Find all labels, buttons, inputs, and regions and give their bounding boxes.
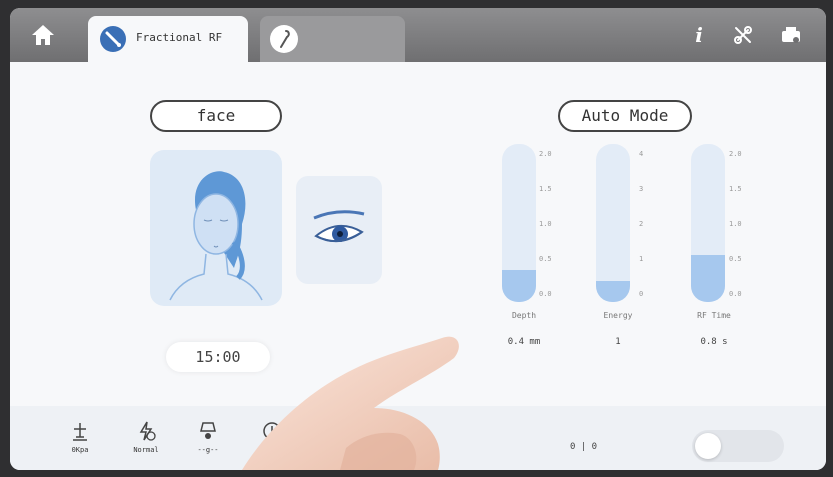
hand-overlay bbox=[242, 336, 459, 470]
device-screen: Fractional RF i face 15:00 Auto Mode 2.0… bbox=[10, 8, 826, 470]
